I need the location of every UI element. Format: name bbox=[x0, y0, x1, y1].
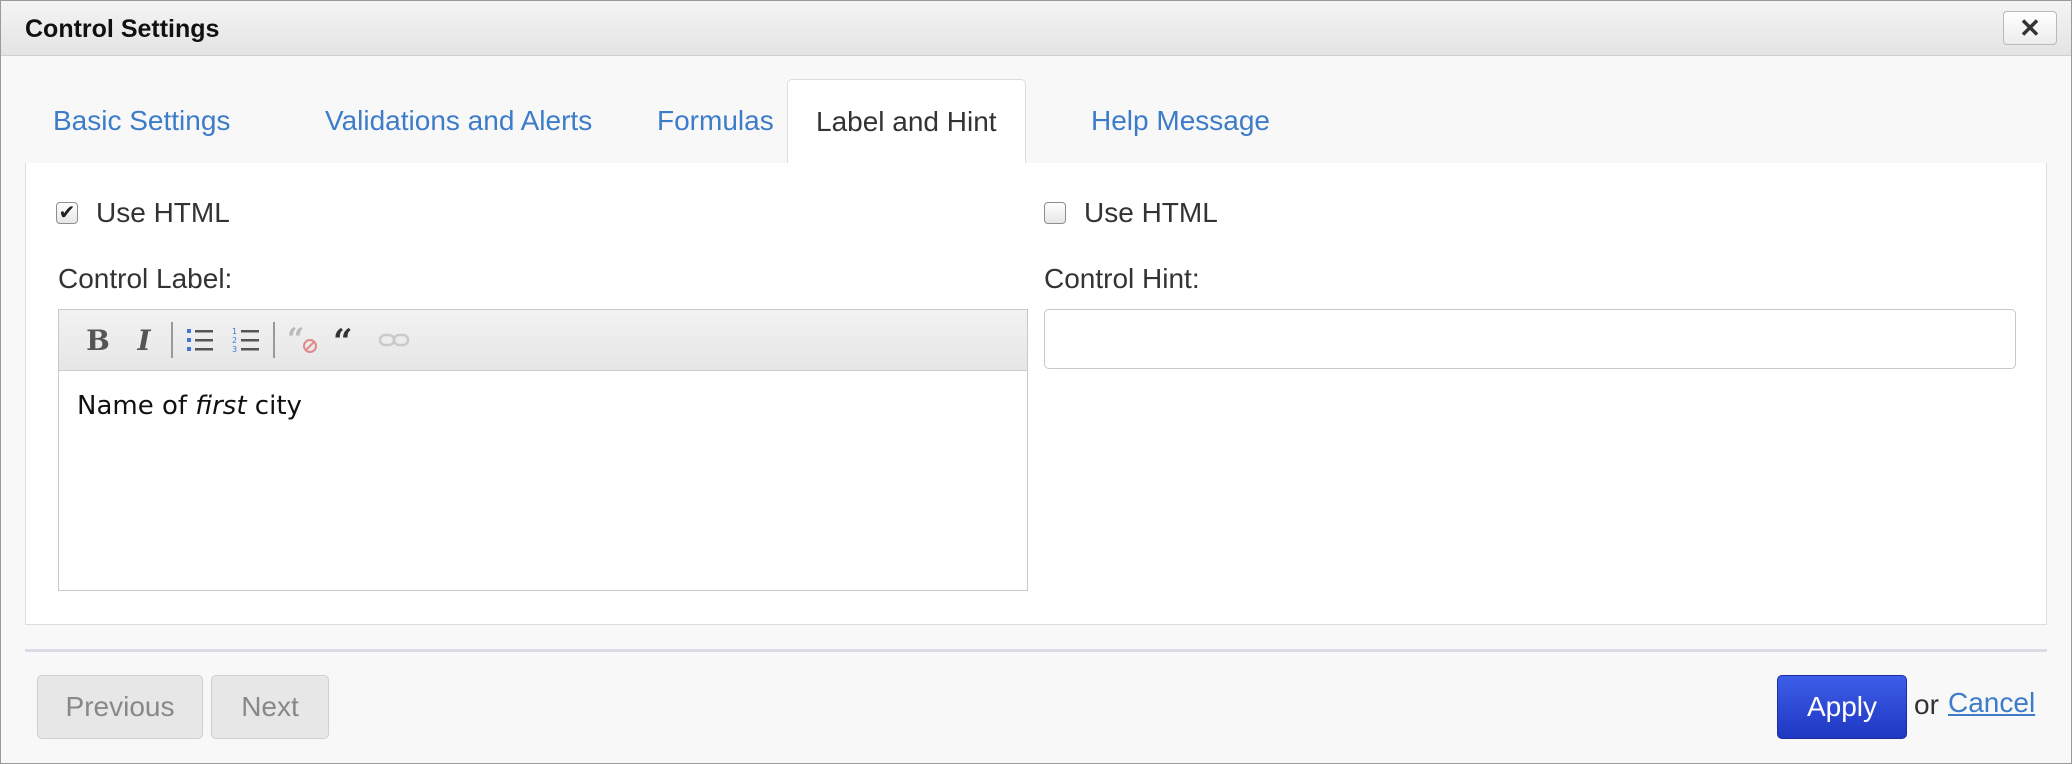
dialog-title-bar: Control Settings ✕ bbox=[1, 1, 2071, 56]
previous-button[interactable]: Previous bbox=[37, 675, 203, 739]
tab-help-message[interactable]: Help Message bbox=[1063, 79, 1298, 163]
dialog-title: Control Settings bbox=[25, 15, 220, 43]
tab-basic-settings[interactable]: Basic Settings bbox=[25, 79, 258, 163]
label-use-html-text: Use HTML bbox=[96, 197, 230, 228]
label-and-hint-panel: ✔ Use HTML Control Label: B I 1 2 3 “ “ … bbox=[25, 163, 2047, 625]
svg-text:“: “ bbox=[333, 325, 353, 355]
control-label-title: Control Label: bbox=[58, 263, 233, 294]
apply-button[interactable]: Apply bbox=[1777, 675, 1907, 739]
blockquote-button[interactable]: “ bbox=[325, 318, 371, 362]
unquote-button[interactable]: “ bbox=[279, 318, 325, 362]
bold-icon: B bbox=[86, 323, 110, 357]
numbered-list-icon: 1 2 3 bbox=[232, 327, 259, 354]
italic-icon: I bbox=[137, 323, 151, 357]
tab-label-and-hint[interactable]: Label and Hint bbox=[787, 79, 1026, 164]
bulleted-list-button[interactable] bbox=[177, 318, 223, 362]
label-use-html-row: ✔ Use HTML bbox=[56, 197, 230, 229]
link-icon bbox=[378, 333, 410, 347]
tab-validations-and-alerts[interactable]: Validations and Alerts bbox=[297, 79, 620, 163]
unquote-icon: “ bbox=[287, 325, 317, 355]
hint-use-html-row: Use HTML bbox=[1044, 197, 1218, 229]
link-button[interactable] bbox=[371, 318, 417, 362]
svg-text:2: 2 bbox=[232, 336, 237, 345]
toolbar-separator bbox=[273, 322, 275, 358]
footer-divider bbox=[25, 649, 2047, 652]
label-use-html-checkbox[interactable]: ✔ bbox=[56, 202, 78, 224]
bulleted-list-icon bbox=[187, 329, 213, 351]
label-text-suffix: city bbox=[246, 391, 302, 421]
svg-text:3: 3 bbox=[232, 345, 237, 354]
tab-formulas[interactable]: Formulas bbox=[629, 79, 802, 163]
label-text-italic: first bbox=[195, 391, 247, 421]
tab-bar: Basic Settings Validations and Alerts Fo… bbox=[25, 79, 2047, 164]
close-icon: ✕ bbox=[2019, 12, 2041, 43]
label-text-prefix: Name of bbox=[77, 391, 196, 421]
italic-button[interactable]: I bbox=[121, 318, 167, 362]
control-settings-dialog: Control Settings ✕ Basic Settings Valida… bbox=[0, 0, 2072, 764]
or-text: or bbox=[1914, 689, 1939, 720]
cancel-link[interactable]: Cancel bbox=[1948, 687, 2035, 719]
blockquote-icon: “ bbox=[333, 325, 353, 355]
control-label-editor: B I 1 2 3 “ “ Name of first city bbox=[58, 309, 1028, 591]
toolbar-separator bbox=[171, 322, 173, 358]
control-label-editor-content[interactable]: Name of first city bbox=[59, 371, 1027, 441]
svg-text:1: 1 bbox=[232, 327, 237, 336]
next-button[interactable]: Next bbox=[211, 675, 329, 739]
control-hint-title: Control Hint: bbox=[1044, 263, 1200, 294]
editor-toolbar: B I 1 2 3 “ “ bbox=[59, 310, 1027, 371]
hint-use-html-text: Use HTML bbox=[1084, 197, 1218, 228]
svg-text:“: “ bbox=[287, 325, 304, 355]
bold-button[interactable]: B bbox=[75, 318, 121, 362]
numbered-list-button[interactable]: 1 2 3 bbox=[223, 318, 269, 362]
hint-use-html-checkbox[interactable] bbox=[1044, 202, 1066, 224]
control-hint-input[interactable] bbox=[1044, 309, 2016, 369]
close-button[interactable]: ✕ bbox=[2003, 11, 2057, 45]
checkmark-icon: ✔ bbox=[58, 202, 76, 224]
